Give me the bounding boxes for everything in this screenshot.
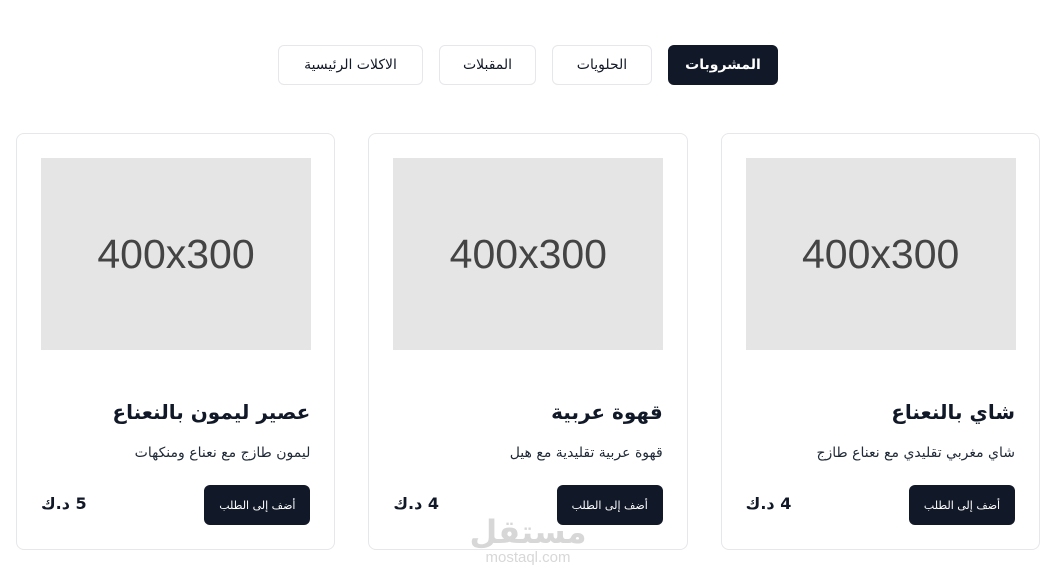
add-to-order-button[interactable]: أضف إلى الطلب [909, 485, 1015, 525]
product-description: شاي مغربي تقليدي مع نعناع طازج [816, 445, 1015, 461]
product-description: ليمون طازج مع نعناع ومنكهات [134, 445, 311, 461]
category-tabs: الاكلات الرئيسية المقبلات الحلويات المشر… [278, 45, 778, 85]
product-price: 4 د.ك [393, 494, 440, 513]
product-title: شاي بالنعناع [891, 400, 1015, 424]
product-description: قهوة عربية تقليدية مع هيل [509, 445, 663, 461]
product-title: قهوة عربية [551, 400, 663, 424]
tab-appetizers[interactable]: المقبلات [439, 45, 536, 85]
product-image-placeholder: 400x300 [41, 158, 312, 350]
tab-main-dishes[interactable]: الاكلات الرئيسية [278, 45, 423, 85]
tab-drinks[interactable]: المشروبات [668, 45, 778, 85]
product-card: 400x300 قهوة عربية قهوة عربية تقليدية مع… [368, 133, 688, 550]
product-card: 400x300 شاي بالنعناع شاي مغربي تقليدي مع… [720, 133, 1040, 550]
add-to-order-button[interactable]: أضف إلى الطلب [556, 485, 663, 525]
product-price: 5 د.ك [41, 494, 87, 513]
product-image-placeholder: 400x300 [745, 158, 1016, 350]
tab-desserts[interactable]: الحلويات [552, 45, 652, 85]
product-price: 4 د.ك [745, 494, 792, 513]
menu-page: الاكلات الرئيسية المقبلات الحلويات المشر… [0, 0, 1057, 587]
product-card: 400x300 عصير ليمون بالنعناع ليمون طازج م… [16, 133, 336, 550]
product-image-placeholder: 400x300 [393, 158, 664, 350]
product-grid: 400x300 شاي بالنعناع شاي مغربي تقليدي مع… [16, 133, 1040, 550]
add-to-order-button[interactable]: أضف إلى الطلب [204, 485, 311, 525]
product-title: عصير ليمون بالنعناع [112, 400, 311, 424]
watermark-url: mostaql.com [485, 549, 571, 566]
